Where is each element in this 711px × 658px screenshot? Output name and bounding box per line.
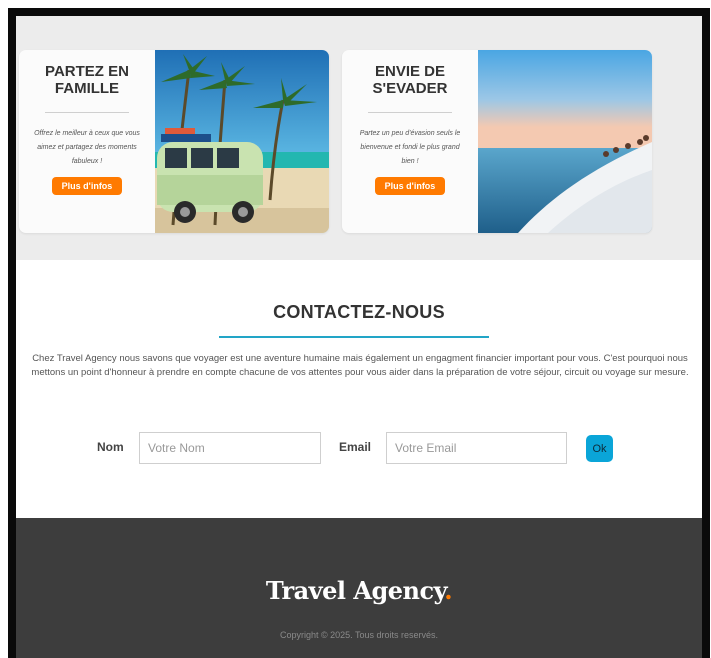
brand-name: Travel Agency [265, 576, 445, 605]
card-divider [368, 112, 452, 113]
contact-section: CONTACTEZ-NOUS Chez Travel Agency nous s… [16, 260, 702, 518]
card-family: PARTEZ EN FAMILLE Offrez le meilleur à c… [19, 50, 329, 233]
name-label: Nom [97, 440, 124, 454]
card-text: PARTEZ EN FAMILLE Offrez le meilleur à c… [19, 50, 155, 233]
cards-section: PARTEZ EN FAMILLE Offrez le meilleur à c… [16, 16, 702, 260]
email-input[interactable] [386, 432, 567, 464]
footer: Travel Agency. Copyright © 2025. Tous dr… [16, 518, 702, 658]
contact-underline [219, 336, 489, 338]
contact-form: Nom Email Ok [16, 432, 702, 466]
van-beach-image [155, 50, 329, 233]
contact-title: CONTACTEZ-NOUS [273, 302, 445, 322]
card-title: ENVIE DE S'EVADER [372, 63, 448, 97]
contact-description: Chez Travel Agency nous savons que voyag… [31, 353, 689, 378]
more-info-button[interactable]: Plus d'infos [51, 177, 123, 195]
footer-brand: Travel Agency. [16, 576, 702, 605]
card-description: Offrez le meilleur à ceux que vous aimez… [34, 130, 140, 165]
more-info-button[interactable]: Plus d'infos [374, 177, 446, 195]
sea-cliff-image [478, 50, 652, 233]
card-divider [45, 112, 129, 113]
card-escape: ENVIE DE S'EVADER Partez un peu d'évasio… [342, 50, 652, 233]
submit-button[interactable]: Ok [586, 435, 613, 462]
email-label: Email [339, 440, 372, 454]
card-text: ENVIE DE S'EVADER Partez un peu d'évasio… [342, 50, 478, 233]
card-title: PARTEZ EN FAMILLE [45, 63, 129, 97]
copyright-text: Copyright © 2025. Tous droits reservés. [279, 630, 439, 640]
brand-dot: . [444, 576, 453, 605]
name-input[interactable] [139, 432, 321, 464]
card-description: Partez un peu d'évasion seuls le bienven… [359, 130, 461, 165]
page-frame: PARTEZ EN FAMILLE Offrez le meilleur à c… [8, 8, 710, 658]
